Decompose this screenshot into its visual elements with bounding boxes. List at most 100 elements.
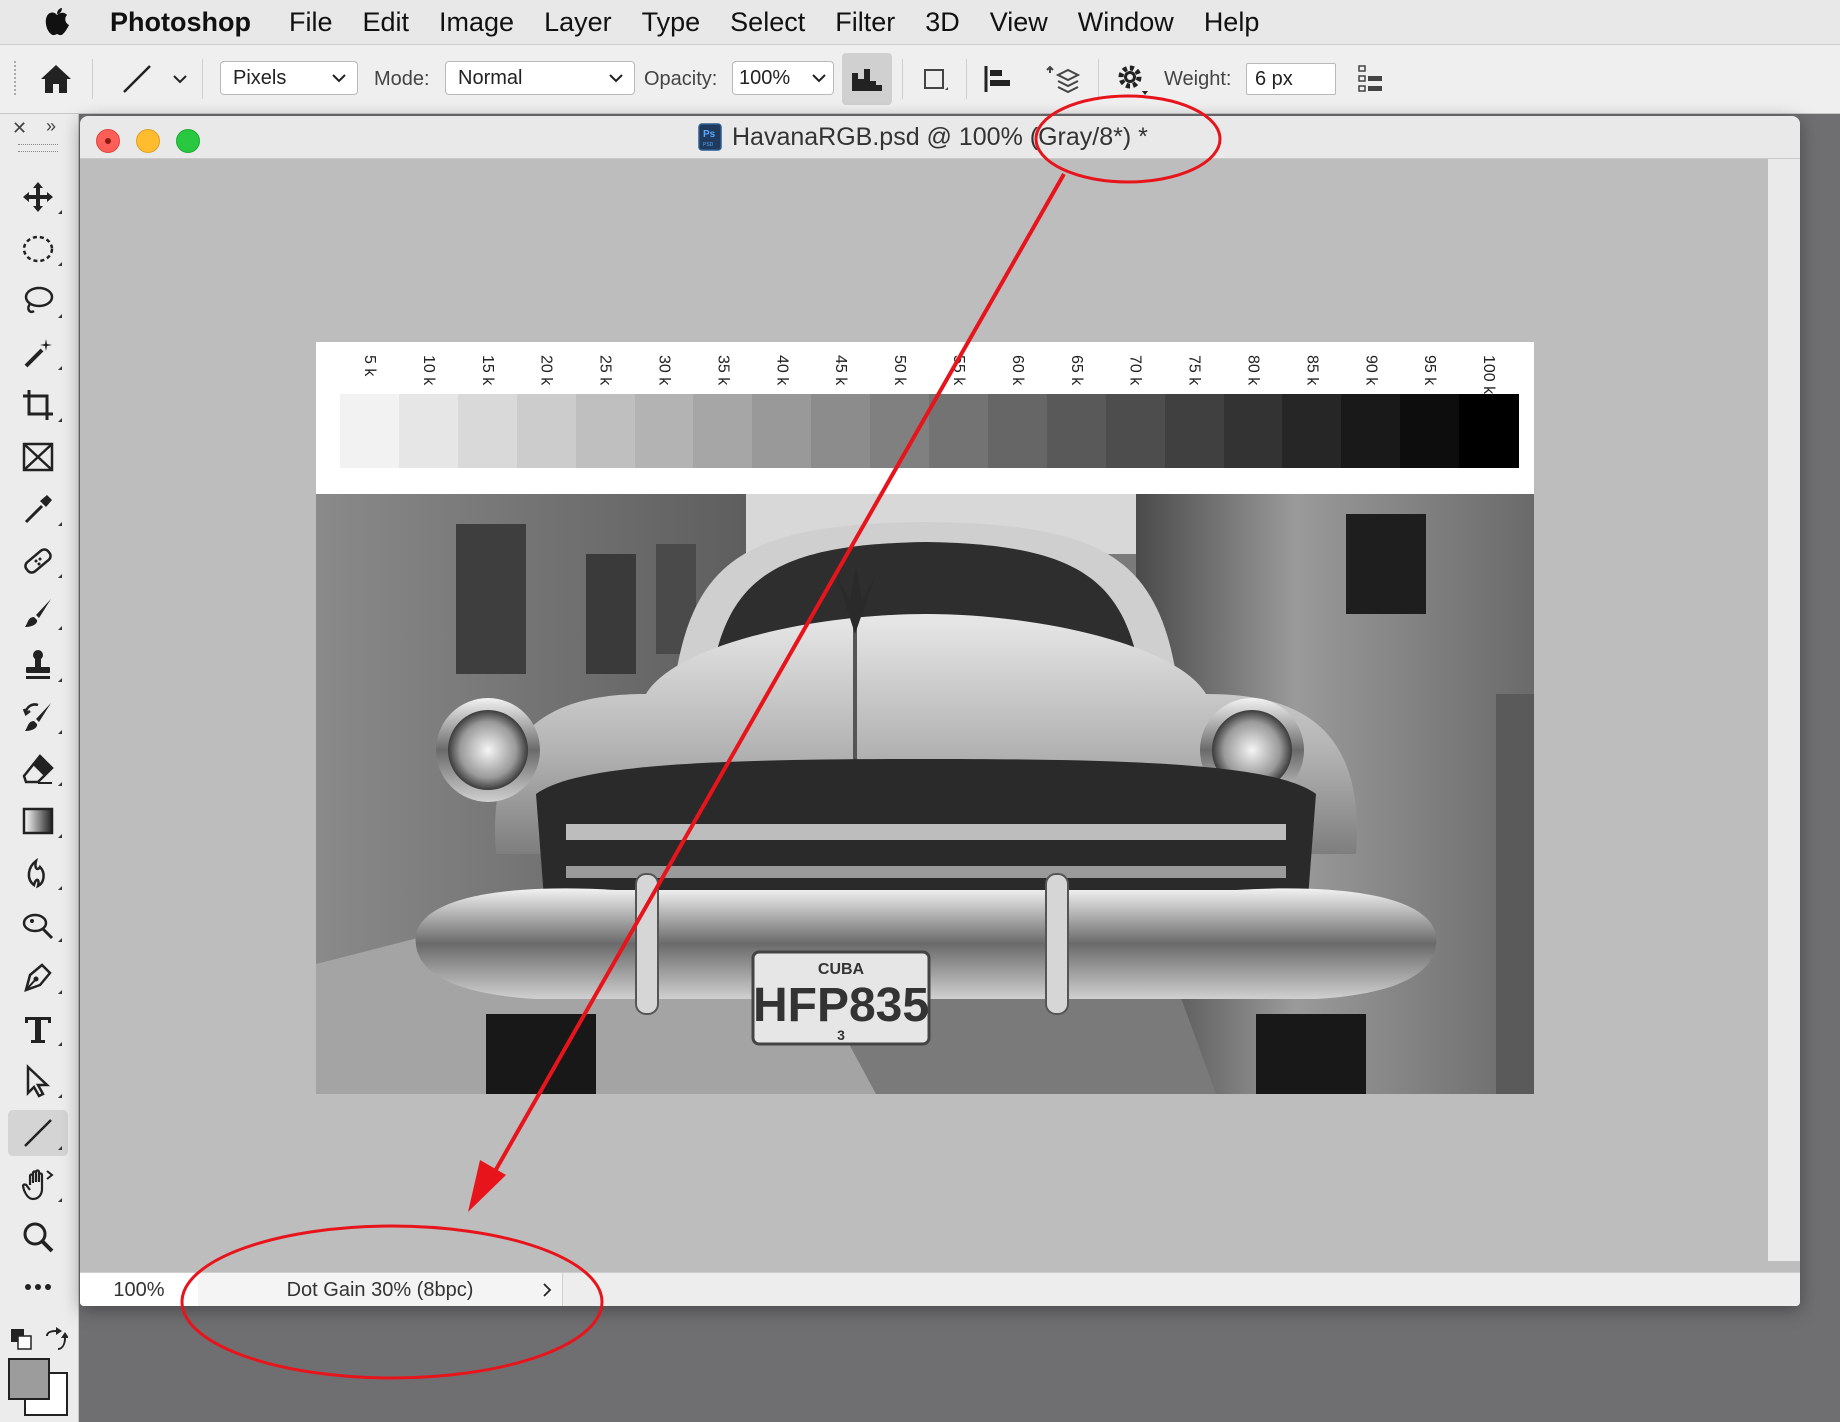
gray-step-swatch [693, 394, 753, 468]
opacity-label: Opacity: [644, 67, 718, 90]
blur-icon[interactable] [8, 850, 68, 896]
gray-step-swatch [340, 394, 400, 468]
lasso-icon[interactable] [8, 278, 68, 324]
brush-icon[interactable] [8, 590, 68, 636]
menu-filter[interactable]: Filter [835, 7, 895, 38]
gray-step-swatch [516, 394, 577, 468]
history-brush-icon[interactable] [8, 694, 68, 740]
menu-type[interactable]: Type [642, 7, 701, 38]
home-icon[interactable] [36, 45, 76, 113]
menu-image[interactable]: Image [439, 7, 514, 38]
close-panel-icon[interactable]: ✕ [12, 118, 27, 139]
gray-step-swatch [1400, 394, 1460, 468]
step-label: 70 k [1126, 355, 1144, 386]
plate-region: 3 [837, 1027, 845, 1043]
menu-edit[interactable]: Edit [363, 7, 410, 38]
eyedropper-icon[interactable] [8, 486, 68, 532]
document-titlebar[interactable]: Ps PSD HavanaRGB.psd @ 100% (Gray/8*) * [80, 116, 1800, 159]
fill-type-value: Pixels [233, 66, 287, 89]
gradient-icon[interactable] [8, 798, 68, 844]
gray-step-swatch [752, 394, 812, 468]
tools-panel: ✕ » [0, 114, 79, 1422]
gray-step-swatch [575, 394, 636, 468]
close-window-button[interactable] [96, 129, 120, 153]
divider [92, 59, 93, 99]
grip-handle[interactable] [12, 45, 18, 113]
antialias-icon [852, 69, 882, 91]
pen-icon[interactable] [8, 954, 68, 1000]
step-label: 85 k [1303, 355, 1321, 386]
hand-icon[interactable] [8, 1162, 68, 1208]
gray-step-swatch [811, 394, 871, 468]
settings-button[interactable] [1114, 45, 1150, 113]
gray-step-swatch [1341, 394, 1401, 468]
svg-text:PSD: PSD [703, 142, 714, 148]
healing-brush-icon[interactable] [8, 538, 68, 584]
line-tool-icon[interactable] [8, 1110, 68, 1156]
eraser-icon[interactable] [8, 746, 68, 792]
zoom-window-button[interactable] [176, 129, 200, 153]
step-label: 40 k [773, 355, 791, 386]
menu-file[interactable]: File [289, 7, 333, 38]
menu-layer[interactable]: Layer [544, 7, 612, 38]
menu-help[interactable]: Help [1204, 7, 1260, 38]
gray-step-swatch [929, 394, 989, 468]
minimize-window-button[interactable] [136, 129, 160, 153]
arrowheads-button[interactable] [1356, 45, 1386, 113]
panel-grip[interactable] [18, 144, 58, 152]
more-tools-icon[interactable] [8, 1264, 68, 1310]
weight-value: 6 px [1255, 67, 1293, 90]
magic-wand-icon[interactable] [8, 330, 68, 376]
line-tool-icon [123, 65, 151, 93]
gray-step-swatch [457, 394, 518, 468]
clone-stamp-icon[interactable] [8, 642, 68, 688]
vertical-scrollbar[interactable] [1768, 159, 1800, 1261]
step-label: 50 k [891, 355, 909, 386]
zoom-level-field[interactable]: 100% [80, 1273, 199, 1306]
menu-select[interactable]: Select [730, 7, 805, 38]
arrange-layers-icon [1046, 65, 1081, 94]
antialias-toggle[interactable] [842, 53, 892, 105]
document-info[interactable]: Dot Gain 30% (8bpc) [198, 1273, 563, 1306]
close-dot-icon [105, 138, 111, 144]
crop-icon[interactable] [8, 382, 68, 428]
document-title: Ps PSD HavanaRGB.psd @ 100% (Gray/8*) * [698, 116, 1148, 158]
blend-mode-select[interactable]: Normal [445, 61, 635, 95]
gray-step-swatch [870, 394, 930, 468]
dodge-icon[interactable] [8, 902, 68, 948]
path-ops-icon [924, 69, 948, 90]
app-menu[interactable]: Photoshop [110, 7, 251, 38]
move-tool-icon[interactable] [8, 174, 68, 220]
step-label: 35 k [714, 355, 732, 386]
weight-input[interactable]: 6 px [1246, 63, 1336, 95]
weight-label: Weight: [1164, 67, 1232, 90]
apple-menu-icon[interactable] [44, 7, 86, 37]
frame-icon[interactable] [8, 434, 68, 480]
elliptical-marquee-icon[interactable] [8, 226, 68, 272]
default-colors-icon[interactable] [10, 1328, 34, 1357]
zoom-icon[interactable] [8, 1214, 68, 1260]
expand-panel-icon[interactable]: » [46, 116, 56, 137]
path-operations-button[interactable] [920, 45, 950, 113]
type-icon[interactable] [8, 1006, 68, 1052]
swap-colors-icon[interactable] [42, 1326, 69, 1357]
menu-3d[interactable]: 3D [925, 7, 960, 38]
tool-preset-picker[interactable] [120, 45, 190, 113]
opacity-value: 100% [739, 66, 791, 89]
step-label: 55 k [950, 355, 967, 386]
step-label: 80 k [1244, 355, 1262, 386]
menu-view[interactable]: View [990, 7, 1048, 38]
step-label: 5 k [361, 355, 378, 377]
path-selection-icon[interactable] [8, 1058, 68, 1104]
path-alignment-button[interactable] [982, 45, 1016, 113]
menu-window[interactable]: Window [1078, 7, 1174, 38]
document-title-text: HavanaRGB.psd @ 100% (Gray/8*) * [732, 122, 1148, 151]
path-arrangement-button[interactable] [1044, 45, 1084, 113]
chevron-down-icon [812, 74, 826, 83]
foreground-color-swatch[interactable] [8, 1358, 50, 1400]
fill-type-select[interactable]: Pixels [220, 61, 358, 95]
document-canvas[interactable]: 5 k 10 k 15 k 20 k 25 k 30 k 35 k 40 k 45 k 50 k 5… [316, 342, 1534, 1094]
zoom-level-value: 100% [113, 1278, 165, 1301]
opacity-field[interactable]: 100% [732, 61, 834, 95]
gray-step-swatch [987, 394, 1048, 468]
